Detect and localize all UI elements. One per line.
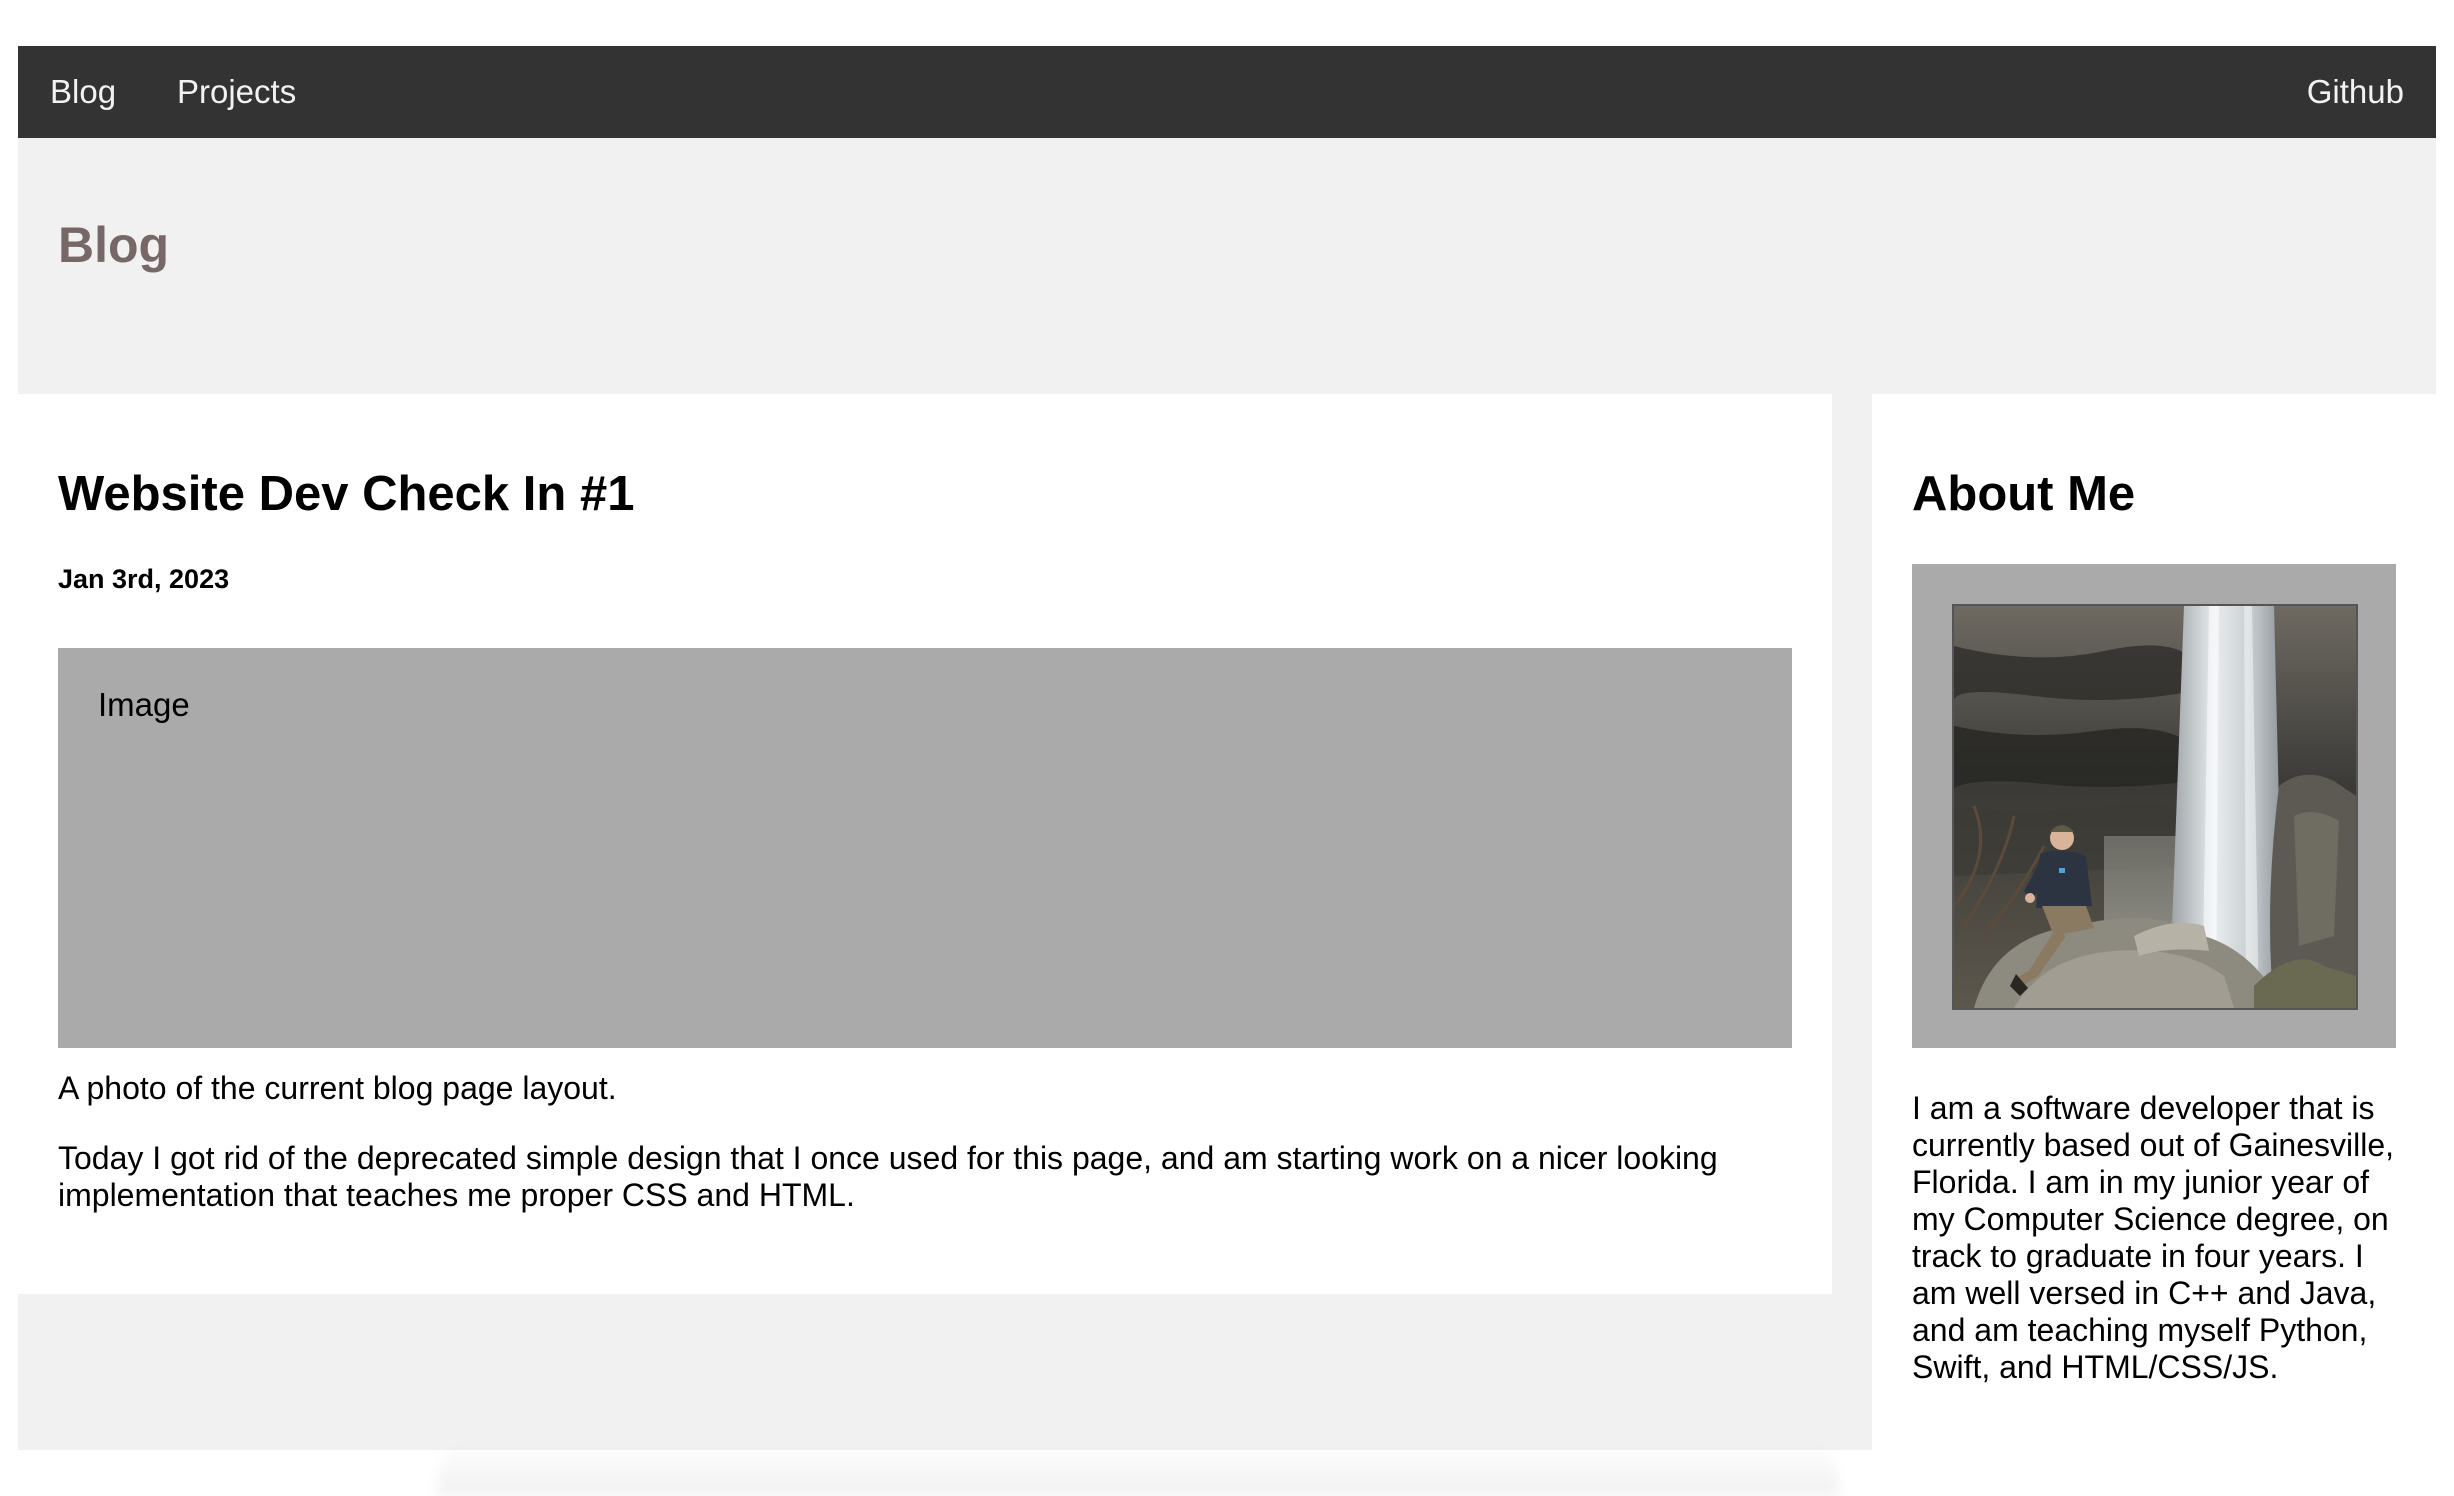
post-body: Today I got rid of the deprecated simple… <box>58 1140 1718 1213</box>
nav-link-blog[interactable]: Blog <box>50 46 116 138</box>
nav-link-projects[interactable]: Projects <box>177 46 296 138</box>
about-title: About Me <box>1912 467 2136 521</box>
post-image-placeholder: Image <box>58 648 1792 1048</box>
profile-photo <box>1952 604 2358 1010</box>
post-date: Jan 3rd, 2023 <box>58 564 230 594</box>
blog-post-card: Website Dev Check In #1 Jan 3rd, 2023 Im… <box>18 394 1832 1294</box>
image-placeholder-label: Image <box>98 686 190 723</box>
page-background: Blog Projects Github Blog Website Dev Ch… <box>18 46 2436 1496</box>
nav-link-github[interactable]: Github <box>2307 46 2404 138</box>
post-title: Website Dev Check In #1 <box>58 467 635 521</box>
page-title: Blog <box>58 217 170 273</box>
profile-photo-frame <box>1912 564 2396 1048</box>
post-caption: A photo of the current blog page layout. <box>58 1070 617 1106</box>
top-navigation-bar: Blog Projects Github <box>18 46 2436 138</box>
bottom-shadow <box>438 1441 1838 1496</box>
about-text: I am a software developer that is curren… <box>1912 1090 2395 1385</box>
about-me-card: About Me I am a software developer that … <box>1872 394 2436 1450</box>
